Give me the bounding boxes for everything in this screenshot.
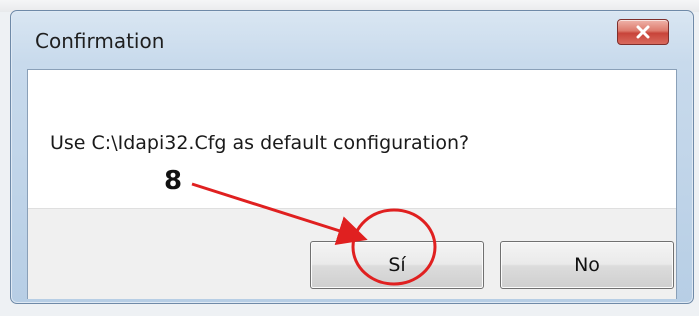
yes-button[interactable]: Sí (310, 241, 484, 289)
dialog-message: Use C:\Idapi32.Cfg as default configurat… (50, 132, 470, 154)
close-icon (634, 25, 652, 39)
close-button[interactable] (617, 19, 669, 45)
screenshot-scene: Confirmation Use C:\Idapi32.Cfg as defau… (0, 0, 699, 316)
yes-button-label: Sí (388, 254, 406, 276)
dialog-button-bar: Sí No (28, 208, 676, 299)
dialog-titlebar[interactable]: Confirmation (11, 11, 693, 71)
dialog-content: Use C:\Idapi32.Cfg as default configurat… (27, 69, 677, 299)
confirmation-dialog: Confirmation Use C:\Idapi32.Cfg as defau… (10, 10, 694, 304)
no-button-label: No (574, 254, 600, 276)
no-button[interactable]: No (500, 241, 674, 289)
dialog-title: Confirmation (35, 29, 165, 53)
